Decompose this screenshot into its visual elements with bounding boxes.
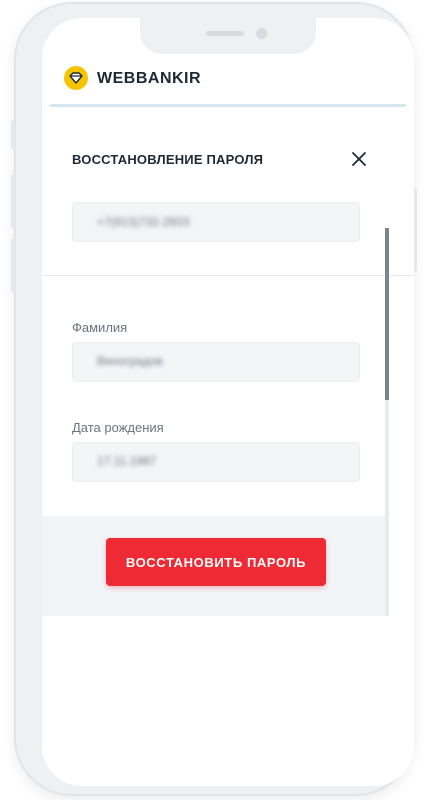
logo-diamond-icon xyxy=(69,72,83,84)
restore-password-button[interactable]: ВОССТАНОВИТЬ ПАРОЛЬ xyxy=(106,538,326,586)
scrollbar[interactable] xyxy=(385,228,389,616)
surname-field[interactable]: Виноградов xyxy=(72,342,360,382)
modal-footer: ВОССТАНОВИТЬ ПАРОЛЬ xyxy=(42,516,386,616)
scrollbar-thumb[interactable] xyxy=(385,228,389,400)
phone-frame: WEBBANKIR ВОССТАНОВЛЕНИЕ ПАРОЛЯ +7(913)7… xyxy=(11,2,417,796)
birthdate-field[interactable]: 17.11.1987 xyxy=(72,442,360,482)
phone-field[interactable]: +7(913)732-2933 xyxy=(72,202,360,242)
phone-silent-switch xyxy=(11,120,15,150)
close-icon[interactable] xyxy=(348,148,370,170)
phone-volume-up xyxy=(11,174,15,228)
surname-label: Фамилия xyxy=(72,320,128,335)
birthdate-field-value: 17.11.1987 xyxy=(97,454,157,468)
phone-volume-down xyxy=(11,238,15,292)
camera-icon xyxy=(256,28,267,39)
header-divider xyxy=(50,104,406,107)
webbankir-logo-icon[interactable] xyxy=(64,66,88,90)
phone-field-value: +7(913)732-2933 xyxy=(97,215,190,229)
section-divider xyxy=(42,275,414,276)
phone-notch xyxy=(140,18,316,54)
modal-title: ВОССТАНОВЛЕНИЕ ПАРОЛЯ xyxy=(72,152,264,167)
birthdate-label: Дата рождения xyxy=(72,420,164,435)
phone-screen: WEBBANKIR ВОССТАНОВЛЕНИЕ ПАРОЛЯ +7(913)7… xyxy=(42,18,414,786)
speaker-icon xyxy=(206,31,244,36)
surname-field-value: Виноградов xyxy=(97,354,163,368)
app-header: WEBBANKIR xyxy=(42,54,414,106)
brand-name[interactable]: WEBBANKIR xyxy=(97,70,201,88)
modal-header: ВОССТАНОВЛЕНИЕ ПАРОЛЯ xyxy=(42,128,414,192)
